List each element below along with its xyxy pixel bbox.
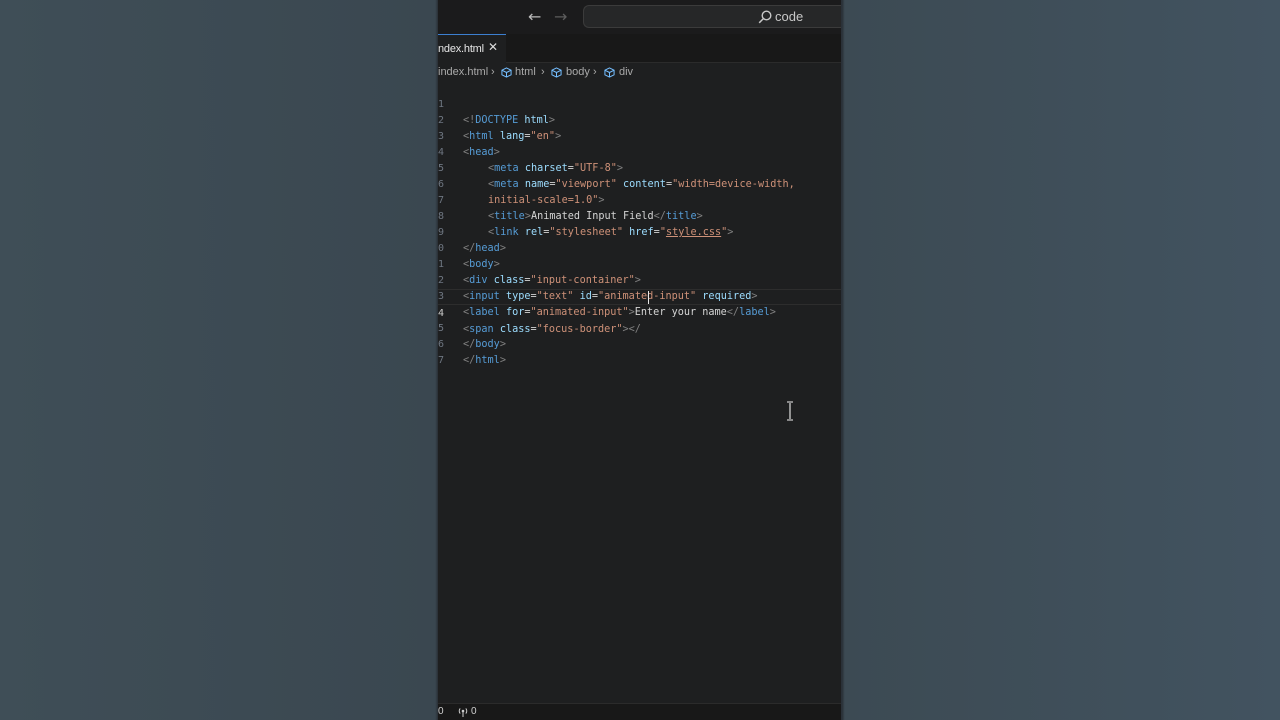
code-line: 4 <meta charset="UTF-8"> — [438, 129, 841, 174]
tab-bar: ndex.html ✕ — [438, 34, 841, 63]
breadcrumb-item-div[interactable]: div — [619, 66, 633, 78]
search-icon — [758, 10, 772, 24]
code-line: 2 <input type="text" id="animated-input"… — [438, 257, 841, 302]
tab-index-html[interactable]: ndex.html ✕ — [438, 34, 506, 63]
code-line-current[interactable]: 4 <span class="focus-border"></ — [438, 289, 841, 335]
code-line: 8 <link rel="stylesheet" href="style.css… — [438, 193, 841, 238]
code-line: 2 <html lang="en"> — [438, 97, 841, 142]
text-cursor-icon — [787, 401, 793, 421]
arrow-left-icon[interactable]: ← — [528, 7, 541, 27]
cube-icon — [551, 67, 562, 78]
status-bar: 0 0 — [438, 703, 841, 720]
code-line: 1 <div class="input-container"> — [438, 241, 841, 286]
tab-label: ndex.html — [438, 43, 484, 55]
code-line: 5 <meta name="viewport" content="width=d… — [438, 145, 841, 190]
breadcrumb-item-body[interactable]: body — [566, 66, 590, 78]
code-area[interactable]: 1 <!DOCTYPE html> 2 <html lang="en"> 3 <… — [438, 81, 841, 366]
arrow-right-icon[interactable]: → — [554, 7, 567, 27]
cube-icon — [501, 67, 512, 78]
cube-icon — [604, 67, 615, 78]
status-errors[interactable]: 0 — [438, 706, 444, 717]
code-line: 6 initial-scale=1.0"> — [438, 161, 841, 206]
code-line: 7 — [438, 337, 841, 366]
breadcrumb-file[interactable]: index.html — [438, 66, 488, 78]
code-line: 9 </head> — [438, 209, 841, 254]
code-line: 1 <!DOCTYPE html> — [438, 81, 841, 126]
breadcrumb-item-html[interactable]: html — [515, 66, 536, 78]
code-line: 3 <head> — [438, 113, 841, 158]
status-ports-count[interactable]: 0 — [471, 706, 477, 717]
radio-tower-icon[interactable] — [457, 706, 469, 718]
command-center-search[interactable]: code — [583, 5, 841, 28]
code-line: 5 </body> — [438, 305, 841, 350]
code-line: 0 <body> — [438, 225, 841, 270]
chevron-right-icon: › — [593, 66, 597, 78]
text-caret — [648, 291, 649, 304]
code-editor-window: ← → code ndex.html ✕ index.html › html ›… — [438, 0, 841, 720]
code-line: 7 <title>Animated Input Field</title> — [438, 177, 841, 222]
breadcrumb: index.html › html › body › div — [438, 64, 841, 80]
close-icon[interactable]: ✕ — [488, 40, 498, 54]
chevron-right-icon: › — [541, 66, 545, 78]
code-line: 6 </html> — [438, 321, 841, 366]
title-bar: ← → code — [438, 0, 841, 34]
line-number: 7 — [438, 355, 444, 366]
chevron-right-icon: › — [491, 66, 495, 78]
code-line: 3 <label for="animated-input">Enter your… — [438, 273, 841, 318]
command-center-label: code — [775, 9, 804, 24]
